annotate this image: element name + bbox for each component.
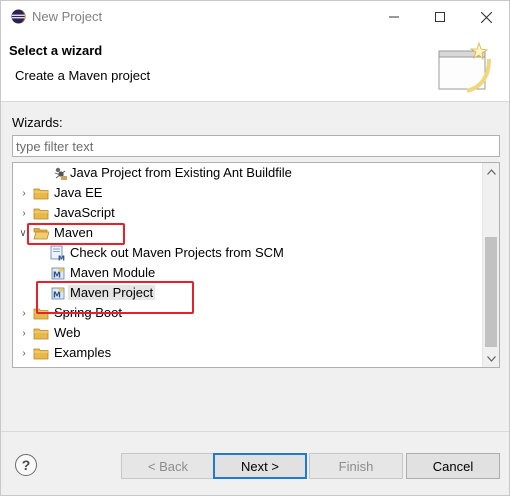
chevron-right-icon[interactable]: ›: [19, 347, 29, 359]
chevron-right-icon[interactable]: ›: [19, 187, 29, 199]
chevron-right-icon[interactable]: ›: [19, 307, 29, 319]
maximize-button[interactable]: [417, 1, 463, 33]
cancel-button[interactable]: Cancel: [406, 453, 500, 479]
filter-input[interactable]: [12, 135, 500, 157]
folder-icon: [33, 308, 49, 320]
wizard-banner-icon: [438, 41, 491, 93]
maximize-icon: [435, 12, 445, 22]
help-icon: ?: [21, 457, 31, 473]
minimize-icon: [389, 16, 399, 18]
tree-item-maven-project[interactable]: M Maven Project: [13, 283, 483, 303]
help-button[interactable]: ?: [15, 454, 37, 476]
chevron-up-icon: [486, 168, 496, 175]
folder-icon: [33, 208, 49, 220]
banner-title: Select a wizard: [9, 43, 103, 58]
tree-item-label: Examples: [54, 345, 112, 360]
chevron-right-icon[interactable]: ›: [19, 207, 29, 219]
tree-item-label: Web: [54, 325, 81, 340]
tree-item-web[interactable]: › Web: [13, 323, 483, 343]
scroll-down-button[interactable]: [483, 350, 499, 367]
tree-item-label: Java Project from Existing Ant Buildfile: [70, 165, 292, 180]
tree-item-ant-buildfile[interactable]: Java Project from Existing Ant Buildfile: [13, 163, 483, 183]
eclipse-icon: [11, 9, 26, 24]
tree-item-label: Maven Project: [68, 285, 156, 300]
folder-icon: [33, 328, 49, 340]
maven-scm-icon: M: [50, 245, 65, 262]
tree-item-label: Spring Boot: [54, 305, 122, 320]
tree-item-java-ee[interactable]: › Java EE: [13, 183, 483, 203]
folder-icon: [33, 188, 49, 200]
tree-item-maven-module[interactable]: M Maven Module: [13, 263, 483, 283]
tree-item-maven-scm[interactable]: M Check out Maven Projects from SCM: [13, 243, 483, 263]
wizard-tree[interactable]: Java Project from Existing Ant Buildfile…: [12, 162, 500, 368]
chevron-down-icon: [486, 355, 496, 362]
close-icon: [480, 11, 492, 23]
tree-item-spring-boot[interactable]: › Spring Boot: [13, 303, 483, 323]
tree-item-label: Maven Module: [70, 265, 156, 280]
maven-module-icon: M: [51, 267, 65, 280]
tree-item-label: JavaScript: [54, 205, 115, 220]
scroll-up-button[interactable]: [483, 163, 499, 180]
button-bar-separator: [1, 431, 509, 432]
maven-project-icon: M: [51, 287, 65, 300]
ant-project-icon: [54, 167, 67, 180]
tree-item-label: Maven: [54, 225, 94, 240]
title-bar[interactable]: New Project: [1, 1, 509, 33]
window-title: New Project: [32, 9, 103, 24]
wizard-banner: Select a wizard Create a Maven project: [1, 33, 509, 102]
scroll-thumb[interactable]: [485, 237, 497, 347]
tree-scrollbar[interactable]: [482, 163, 499, 367]
tree-item-label: Check out Maven Projects from SCM: [70, 245, 284, 260]
tree-item-examples[interactable]: › Examples: [13, 343, 483, 363]
tree-item-javascript[interactable]: › JavaScript: [13, 203, 483, 223]
chevron-down-icon[interactable]: ∨: [18, 227, 28, 239]
folder-icon: [33, 348, 49, 360]
finish-button[interactable]: Finish: [309, 453, 403, 479]
minimize-button[interactable]: [371, 1, 417, 33]
new-project-dialog: New Project Select a wizard Create a Mav…: [0, 0, 510, 496]
folder-open-icon: [33, 228, 49, 240]
back-button[interactable]: < Back: [121, 453, 215, 479]
wizards-label: Wizards:: [12, 115, 63, 130]
chevron-right-icon[interactable]: ›: [19, 327, 29, 339]
next-button[interactable]: Next >: [213, 453, 307, 479]
banner-description: Create a Maven project: [15, 68, 151, 83]
svg-text:M: M: [58, 255, 65, 262]
tree-item-label: Java EE: [54, 185, 103, 200]
tree-item-maven[interactable]: ∨ Maven: [13, 223, 483, 243]
close-button[interactable]: [463, 1, 509, 33]
